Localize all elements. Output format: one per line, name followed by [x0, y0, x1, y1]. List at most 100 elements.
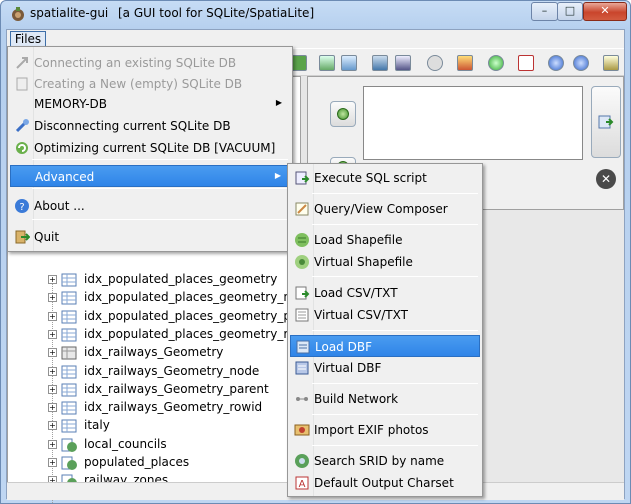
tree-expander-icon[interactable]: +	[48, 275, 57, 284]
advanced-menu-item-virtual-shapefile[interactable]: Virtual Shapefile	[290, 251, 480, 273]
menu-separator	[32, 188, 288, 189]
tree-expander-icon[interactable]: +	[48, 403, 57, 413]
tree-item[interactable]: + italy	[14, 417, 302, 435]
menu-separator	[312, 445, 478, 446]
tree-expander-icon[interactable]: +	[48, 384, 57, 394]
sql-history-back-button[interactable]	[330, 101, 356, 127]
advanced-menu-item-search-srid-by-name[interactable]: Search SRID by name	[290, 450, 480, 472]
files-menu-item-about[interactable]: ? About ...	[10, 195, 290, 217]
sql-input[interactable]	[363, 86, 583, 160]
execute-sql-icon	[598, 115, 614, 129]
tree-item[interactable]: + idx_populated_places_geometry_parent	[14, 308, 323, 326]
menu-separator	[312, 414, 478, 415]
tree-item[interactable]: + idx_populated_places_geometry	[14, 271, 302, 289]
menu-separator	[312, 193, 478, 194]
files-menu-item-connecting-an-existing-sqlite-db[interactable]: Connecting an existing SQLite DB	[10, 52, 290, 74]
advanced-menu-item-default-output-charset[interactable]: A Default Output Charset	[290, 472, 480, 494]
tree-item[interactable]: + idx_railways_Geometry_parent	[14, 381, 302, 399]
advanced-menu-item-build-network[interactable]: Build Network	[290, 388, 480, 410]
tree-expander-icon[interactable]: +	[48, 439, 57, 449]
toolbar-about-icon[interactable]	[573, 55, 589, 71]
menu-item-label: Disconnecting current SQLite DB	[34, 119, 231, 133]
toolbar-charset-icon[interactable]	[518, 55, 534, 71]
srid-search-icon	[294, 453, 310, 469]
tree-expander-icon[interactable]: +	[48, 293, 57, 303]
toolbar-help-icon[interactable]	[548, 55, 564, 71]
spatial-index-icon	[61, 345, 77, 361]
tree-item[interactable]: + idx_populated_places_geometry_rowid	[14, 326, 316, 344]
menu-separator	[312, 276, 478, 277]
menu-files[interactable]: Files	[10, 31, 46, 47]
svg-text:A: A	[299, 479, 306, 490]
window-title: spatialite-gui	[30, 6, 109, 20]
menu-item-label: Advanced	[35, 170, 95, 184]
connect-db-icon	[14, 55, 30, 71]
submenu-arrow-icon: ▶	[274, 171, 281, 180]
toolbar-load-icon[interactable]	[291, 55, 307, 71]
load-csv-icon	[294, 285, 310, 301]
menu-item-label: MEMORY-DB	[34, 97, 108, 111]
tree-item[interactable]: + local_councils	[14, 436, 302, 454]
toolbar-shapefile-icon[interactable]	[319, 55, 335, 71]
tree-item-label: italy	[84, 418, 110, 433]
table-icon	[61, 327, 77, 343]
advanced-menu-item-load-dbf[interactable]: Load DBF	[290, 335, 480, 357]
tree-expander-icon[interactable]: +	[48, 458, 57, 467]
menu-item-label: Execute SQL script	[314, 171, 427, 185]
clear-sql-button[interactable]: ✕	[596, 169, 616, 189]
table-icon	[61, 418, 77, 434]
tree-item[interactable]: + idx_populated_places_geometry_node	[14, 289, 313, 307]
tree-expander-icon[interactable]: +	[48, 421, 57, 431]
files-menu-item-optimizing-current-sqlite-db-vacuum[interactable]: Optimizing current SQLite DB [VACUUM]	[10, 137, 290, 159]
files-menu-item-creating-a-new-empty-sqlite-db[interactable]: Creating a New (empty) SQLite DB	[10, 73, 290, 95]
toolbar-exif-icon[interactable]	[457, 55, 473, 71]
charset-icon: A	[294, 475, 310, 491]
toolbar-srid-icon[interactable]	[488, 55, 504, 71]
menu-separator	[312, 224, 478, 225]
minimize-button[interactable]: –	[531, 2, 558, 21]
toolbar-quit-icon[interactable]	[603, 55, 619, 71]
menu-item-label: Virtual CSV/TXT	[314, 308, 408, 322]
menu-item-label: Import EXIF photos	[314, 423, 429, 437]
advanced-menu-item-query-view-composer[interactable]: Query/View Composer	[290, 198, 480, 220]
new-db-icon	[14, 76, 30, 92]
tree-item[interactable]: + populated_places	[14, 454, 302, 472]
tree-expander-icon[interactable]: +	[48, 311, 57, 321]
files-menu-item-quit[interactable]: Quit	[10, 226, 290, 248]
menu-item-label: Search SRID by name	[314, 454, 445, 468]
execute-sql-button[interactable]	[591, 86, 621, 158]
toolbar-virtual-dbf-icon[interactable]	[395, 55, 411, 71]
tree-expander-icon[interactable]: +	[48, 348, 57, 358]
tree-item[interactable]: + idx_railways_Geometry	[14, 344, 302, 362]
toolbar-virtual-shapefile-icon[interactable]	[341, 55, 357, 71]
files-menu-item-disconnecting-current-sqlite-db[interactable]: Disconnecting current SQLite DB	[10, 115, 290, 137]
files-menu-item-advanced[interactable]: Advanced ▶	[10, 165, 290, 187]
title-bar[interactable]: spatialite-gui [a GUI tool for SQLite/Sp…	[1, 1, 630, 27]
menu-item-label: Query/View Composer	[314, 202, 448, 216]
menu-item-label: Optimizing current SQLite DB [VACUUM]	[34, 141, 276, 155]
advanced-menu-item-import-exif-photos[interactable]: Import EXIF photos	[290, 419, 480, 441]
advanced-menu-item-virtual-csv-txt[interactable]: Virtual CSV/TXT	[290, 304, 480, 326]
menu-separator	[312, 330, 478, 331]
advanced-menu-item-load-csv-txt[interactable]: Load CSV/TXT	[290, 282, 480, 304]
submenu-arrow-icon: ▶	[275, 98, 282, 107]
toolbar-dbf-icon[interactable]	[372, 55, 388, 71]
virtual-shapefile-icon	[294, 254, 310, 270]
table-icon	[61, 364, 77, 380]
tree-item-label: idx_populated_places_geometry	[84, 272, 278, 286]
spatialite-app-icon	[10, 6, 26, 22]
tree-item[interactable]: + idx_railways_Geometry_node	[14, 363, 302, 381]
tree-expander-icon[interactable]: +	[48, 329, 57, 339]
advanced-menu-item-execute-sql-script[interactable]: Execute SQL script	[290, 167, 480, 189]
close-button[interactable]: ✕	[583, 2, 627, 21]
tree-expander-icon[interactable]: +	[48, 366, 57, 376]
geometry-table-icon	[61, 437, 77, 453]
advanced-menu-item-virtual-dbf[interactable]: Virtual DBF	[290, 357, 480, 379]
files-menu: Connecting an existing SQLite DB Creating…	[7, 46, 293, 252]
toolbar-network-icon[interactable]	[427, 55, 443, 71]
advanced-menu-item-load-shapefile[interactable]: Load Shapefile	[290, 229, 480, 251]
maximize-button[interactable]: □	[557, 2, 583, 21]
files-menu-item-memory-db[interactable]: MEMORY-DB ▶	[10, 93, 290, 115]
tree-item[interactable]: + idx_railways_Geometry_rowid	[14, 399, 302, 417]
table-icon	[61, 309, 77, 325]
